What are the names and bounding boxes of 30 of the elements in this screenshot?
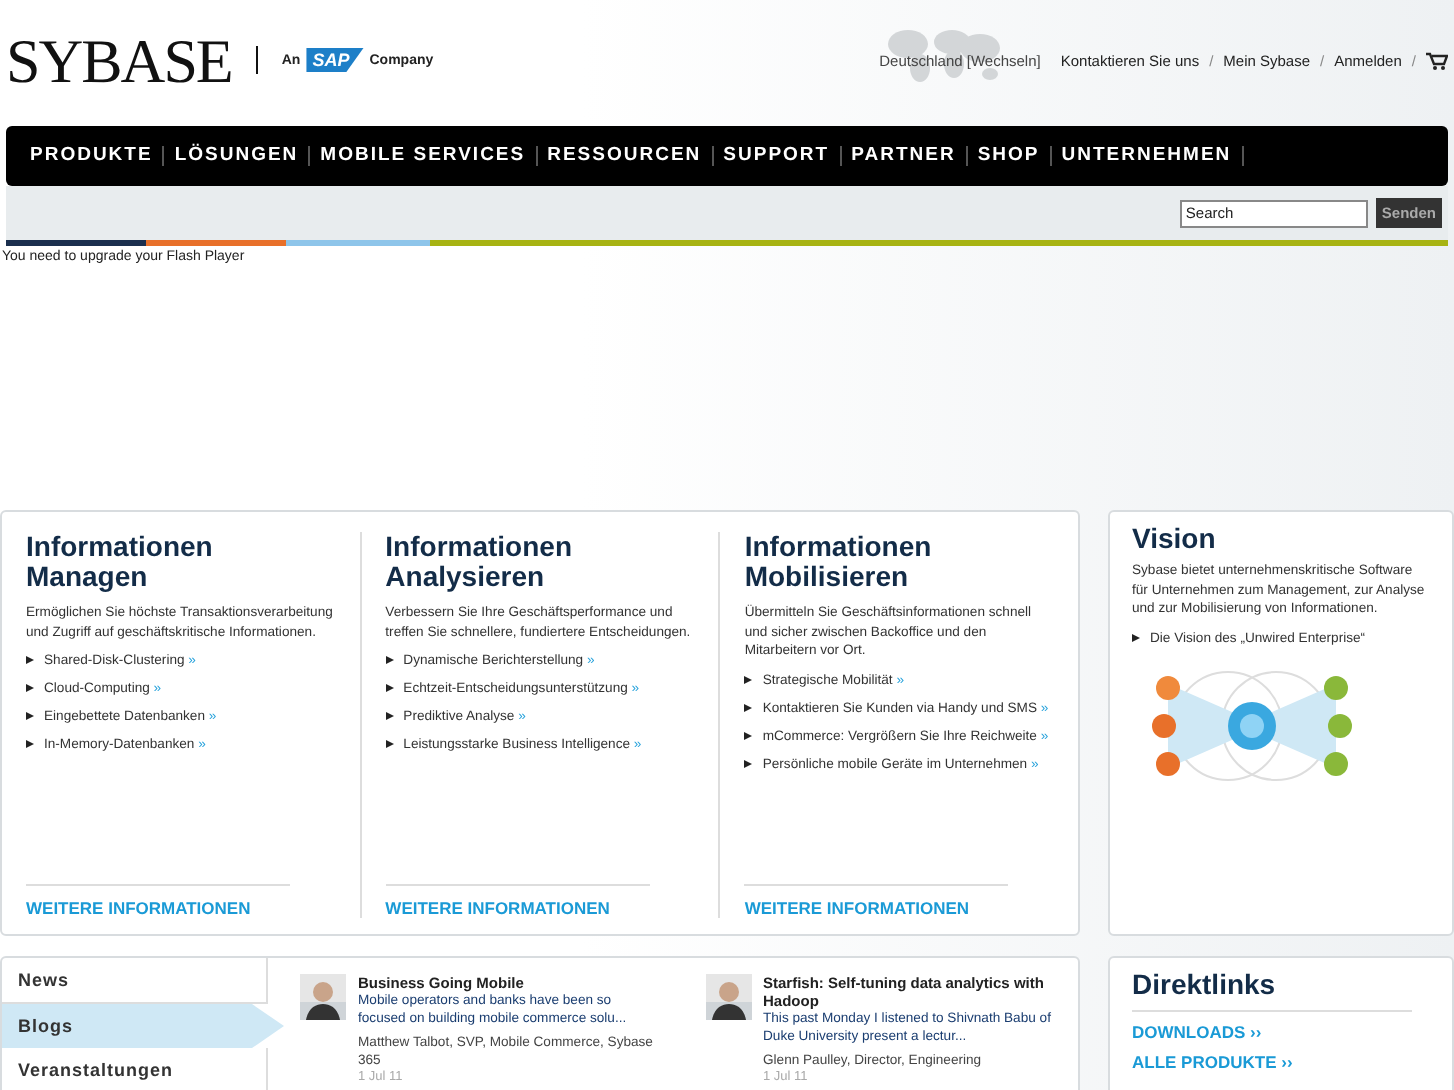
nav-item[interactable]: PARTNER (841, 146, 968, 166)
nav-item[interactable]: RESSOURCEN (537, 146, 714, 166)
bullet-icon (26, 740, 34, 748)
column-heading: Informationen Analysieren (385, 532, 575, 592)
cart-icon[interactable] (1426, 51, 1448, 69)
nav-item[interactable]: PRODUKTE (20, 146, 165, 166)
bullet-icon (26, 684, 34, 692)
panel-heading: Vision (1132, 524, 1218, 554)
bullet-icon (1132, 633, 1140, 641)
bullet-icon (385, 712, 394, 720)
bullet-icon (744, 759, 753, 767)
bullet-icon (26, 656, 34, 664)
bullet-icon (744, 703, 753, 711)
nav-item[interactable]: MOBILE SERVICES (310, 146, 538, 166)
bullet-icon (385, 684, 394, 692)
bullet-icon (744, 675, 753, 683)
bullet-icon (26, 712, 34, 720)
bullet-icon (744, 731, 753, 739)
bullet-icon (385, 740, 394, 748)
column-heading: Informationen Mobilisieren (744, 532, 934, 592)
tab[interactable]: Blogs (2, 1004, 284, 1048)
nav-item[interactable]: SUPPORT (713, 146, 842, 166)
nav-item[interactable]: SHOP (967, 146, 1052, 166)
bullet-icon (385, 656, 394, 664)
tab[interactable]: Veranstaltungen (2, 1048, 268, 1090)
nav-item[interactable]: LÖSUNGEN (164, 146, 311, 166)
column-heading: Informationen Managen (26, 532, 215, 592)
nav-item[interactable]: UNTERNEHMEN (1051, 146, 1244, 166)
logo[interactable]: SYBASE (6, 26, 232, 98)
panel-heading: Direktlinks (1132, 970, 1412, 1012)
